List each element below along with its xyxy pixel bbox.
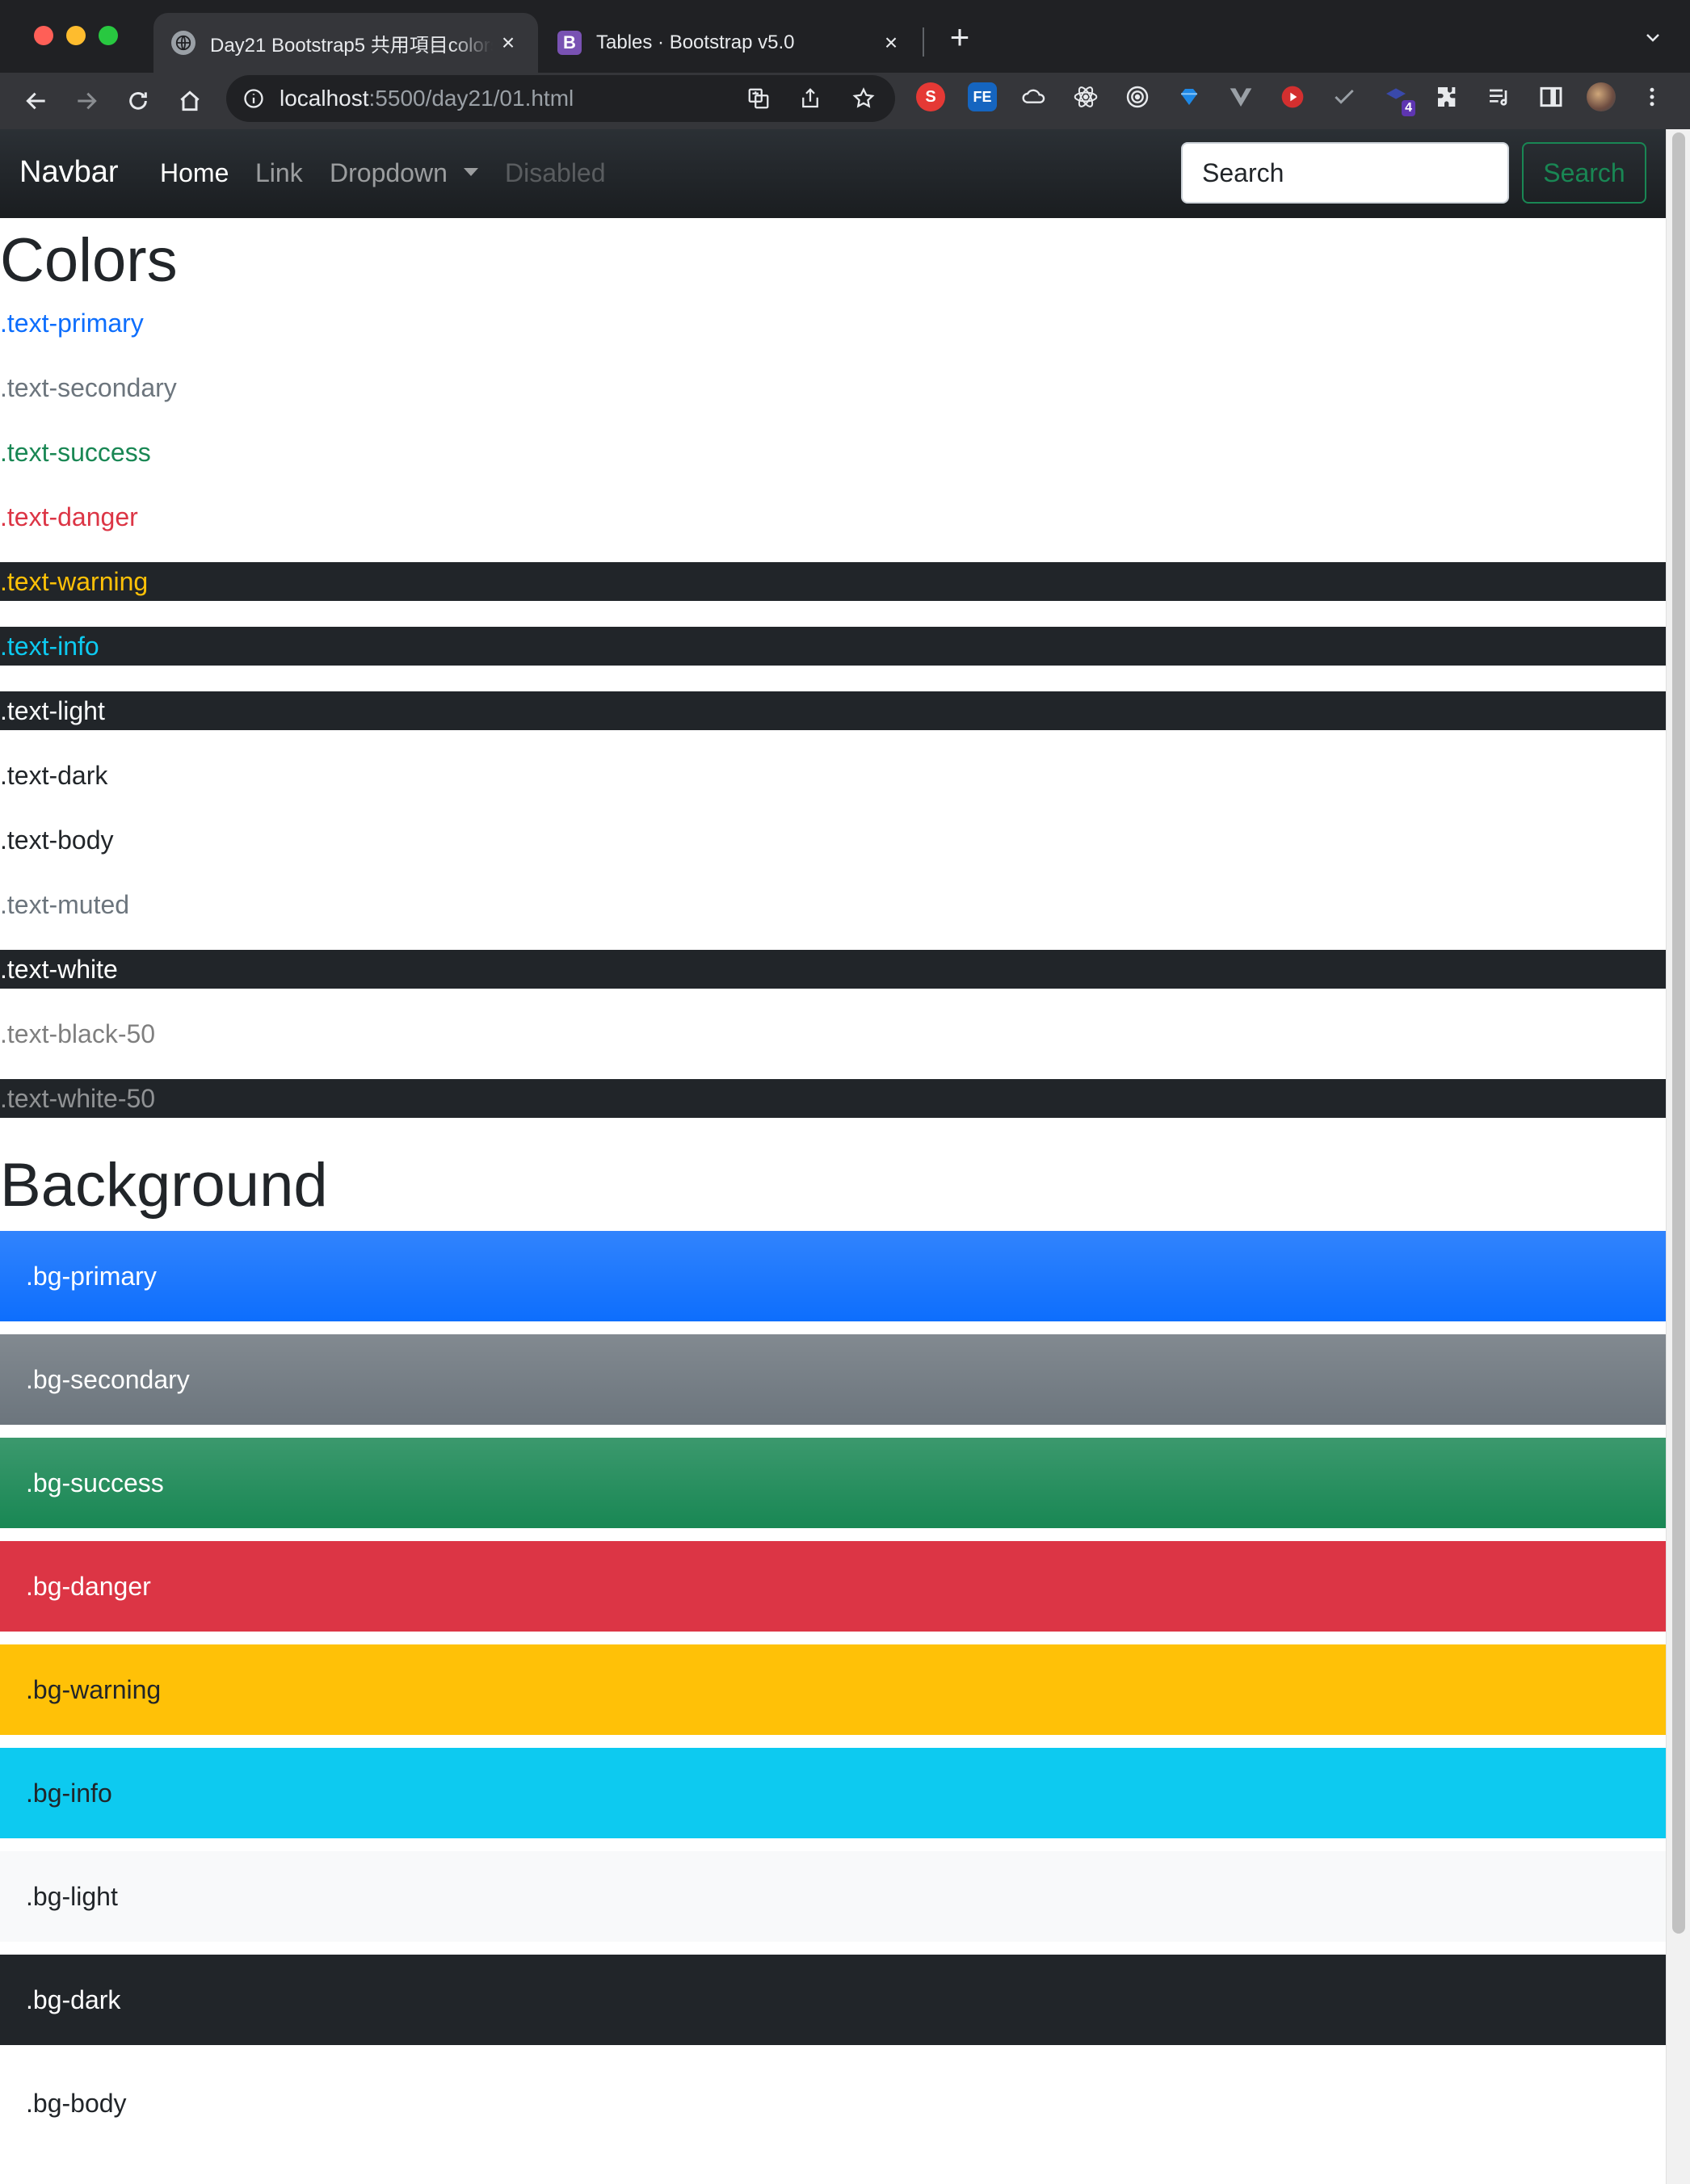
color-row: .text-light	[0, 691, 1666, 730]
background-row: .bg-primary	[0, 1231, 1666, 1321]
background-row: .bg-success	[0, 1438, 1666, 1528]
color-row: .text-white	[0, 950, 1666, 989]
scrollbar-thumb[interactable]	[1672, 132, 1685, 1934]
background-row: .bg-danger	[0, 1541, 1666, 1632]
extension-gem-icon[interactable]	[1175, 82, 1204, 111]
extension-badge-icon[interactable]: 4	[1381, 82, 1415, 116]
extension-fe-icon[interactable]: FE	[968, 82, 997, 111]
background-heading: Background	[0, 1151, 328, 1220]
close-window-button[interactable]	[34, 26, 53, 45]
nav-link-disabled: Disabled	[505, 158, 606, 187]
extensions-puzzle-icon[interactable]	[1433, 82, 1462, 111]
forward-icon[interactable]	[71, 86, 102, 116]
background-row: .bg-warning	[0, 1644, 1666, 1735]
background-row: .bg-body	[0, 2058, 1666, 2148]
color-row: .text-info	[0, 627, 1666, 666]
side-panel-icon[interactable]	[1537, 82, 1566, 111]
extension-s-icon[interactable]: S	[916, 82, 945, 111]
search-button[interactable]: Search	[1522, 142, 1646, 204]
share-icon[interactable]	[797, 85, 824, 112]
close-tab-icon[interactable]: ×	[879, 31, 903, 55]
bootstrap-icon: B	[557, 31, 582, 55]
browser-tab[interactable]: B Tables · Bootstrap v5.0 ×	[541, 13, 921, 73]
tab-title: Day21 Bootstrap5 共用項目colors	[210, 34, 493, 57]
color-row: .text-black-50	[0, 1014, 1666, 1053]
translate-icon[interactable]	[745, 85, 772, 112]
info-icon[interactable]	[242, 87, 265, 110]
background-row: .bg-info	[0, 1748, 1666, 1838]
color-row: .text-muted	[0, 885, 1666, 924]
home-icon[interactable]	[174, 86, 205, 116]
page-scrollbar[interactable]	[1666, 129, 1690, 2184]
navbar: Navbar Home Link Dropdown Disabled Searc…	[0, 129, 1666, 218]
color-row: .text-danger	[0, 498, 1666, 536]
react-devtools-icon[interactable]	[1071, 82, 1100, 111]
globe-icon	[171, 31, 195, 55]
maximize-window-button[interactable]	[99, 26, 118, 45]
extension-target-icon[interactable]	[1123, 82, 1152, 111]
more-menu-icon[interactable]	[1640, 82, 1664, 111]
bookmark-star-icon[interactable]	[850, 85, 877, 112]
page-viewport: Navbar Home Link Dropdown Disabled Searc…	[0, 129, 1666, 2184]
extension-badge-count: 4	[1402, 100, 1415, 116]
color-row: .text-primary	[0, 304, 1666, 342]
browser-tab-strip: Day21 Bootstrap5 共用項目colors × B Tables ·…	[0, 0, 1690, 73]
nav-link-home[interactable]: Home	[160, 158, 229, 188]
chevron-down-icon[interactable]	[1643, 27, 1663, 47]
minimize-window-button[interactable]	[66, 26, 86, 45]
search-input[interactable]: Search	[1181, 142, 1509, 204]
vue-devtools-icon[interactable]	[1226, 82, 1255, 111]
extension-check-icon[interactable]	[1330, 82, 1359, 111]
profile-avatar[interactable]	[1587, 82, 1616, 111]
tab-title: Tables · Bootstrap v5.0	[596, 32, 795, 53]
color-row: .text-body	[0, 821, 1666, 859]
color-row: .text-success	[0, 433, 1666, 472]
color-row: .text-secondary	[0, 368, 1666, 407]
address-bar[interactable]: localhost:5500/day21/01.html	[226, 75, 895, 122]
extension-play-icon[interactable]	[1278, 82, 1307, 111]
color-row: .text-warning	[0, 562, 1666, 601]
background-row: .bg-light	[0, 1851, 1666, 1942]
colors-heading: Colors	[0, 226, 178, 295]
nav-link-dropdown[interactable]: Dropdown	[330, 158, 448, 188]
color-row: .text-white-50	[0, 1079, 1666, 1118]
background-row: .bg-secondary	[0, 1334, 1666, 1425]
color-row: .text-dark	[0, 756, 1666, 795]
back-icon[interactable]	[21, 86, 52, 116]
nav-link-link[interactable]: Link	[255, 158, 303, 188]
navbar-brand[interactable]: Navbar	[19, 155, 119, 190]
url-path: :5500/day21/01.html	[368, 86, 574, 111]
new-tab-button[interactable]: +	[944, 20, 976, 54]
dropdown-caret-icon[interactable]	[464, 168, 478, 176]
reading-list-icon[interactable]	[1485, 82, 1514, 111]
reload-icon[interactable]	[123, 86, 153, 116]
extension-cloud-icon[interactable]	[1019, 82, 1049, 111]
close-tab-icon[interactable]: ×	[496, 31, 520, 55]
url-host: localhost	[280, 86, 369, 111]
tab-separator	[923, 27, 924, 57]
background-row: .bg-dark	[0, 1955, 1666, 2045]
browser-tab-active[interactable]: Day21 Bootstrap5 共用項目colors ×	[153, 13, 538, 73]
url-text: localhost:5500/day21/01.html	[280, 86, 574, 111]
